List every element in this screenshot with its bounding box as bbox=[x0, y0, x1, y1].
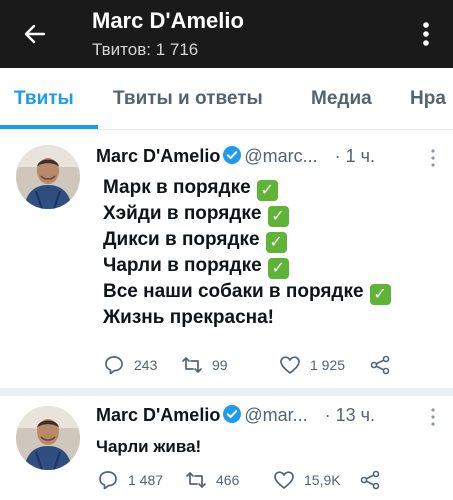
tweet-line: Хэйди в порядке ✓ bbox=[103, 201, 391, 227]
like-count: 1 925 bbox=[310, 357, 346, 373]
line-text: Марк в порядке bbox=[103, 177, 251, 198]
check-mark-emoji-icon: ✓ bbox=[256, 180, 278, 201]
like-count: 15,9K bbox=[304, 472, 341, 488]
dot-separator: · bbox=[334, 146, 341, 166]
tweet-time[interactable]: 13 ч. bbox=[336, 405, 375, 425]
retweet-button[interactable]: 466 bbox=[184, 466, 239, 494]
profile-name: Marc D'Amelio bbox=[92, 8, 244, 33]
verified-badge-icon bbox=[223, 146, 242, 164]
tab-tweets[interactable]: Твиты bbox=[14, 88, 74, 110]
tweet-line: Все наши собаки в порядке ✓ bbox=[103, 279, 391, 305]
heart-icon bbox=[274, 471, 294, 489]
reply-icon bbox=[99, 471, 117, 490]
line-text: Жизнь прекрасна! bbox=[103, 307, 274, 328]
profile-header: Marc D'Amelio Твитов: 1 716 bbox=[0, 0, 453, 68]
arrow-left-icon[interactable] bbox=[20, 18, 52, 50]
tweet-header: Marc D'Amelio @mar... · 13 ч. bbox=[96, 404, 375, 428]
tweet-text: Чарли жива! bbox=[96, 434, 201, 459]
tweet-count: Твитов: 1 716 bbox=[92, 40, 199, 59]
tab-media[interactable]: Медиа bbox=[311, 88, 372, 110]
check-mark-emoji-icon: ✓ bbox=[369, 284, 391, 305]
verified-badge-icon bbox=[223, 405, 242, 423]
heart-icon bbox=[280, 356, 300, 374]
tweet-card[interactable]: Marc D'Amelio @marc... · 1 ч. Марк в поря… bbox=[0, 131, 453, 393]
share-icon bbox=[360, 470, 380, 490]
profile-tabs: Твиты Твиты и ответы Медиа Нра bbox=[0, 68, 453, 130]
tweet-divider bbox=[0, 388, 453, 396]
author-handle[interactable]: @mar... bbox=[244, 405, 307, 425]
tab-likes[interactable]: Нра bbox=[410, 88, 446, 110]
tweet-line: Чарли в порядке ✓ bbox=[103, 253, 391, 279]
tweet-line: Дикси в порядке ✓ bbox=[103, 227, 391, 253]
share-button[interactable] bbox=[368, 351, 392, 379]
tweet-text: Марк в порядке ✓ Хэйди в порядке ✓ Дикси в… bbox=[103, 175, 391, 330]
retweet-icon bbox=[186, 472, 206, 488]
tweet-line: Чарли жива! bbox=[96, 437, 202, 456]
author-name[interactable]: Marc D'Amelio bbox=[96, 146, 220, 166]
like-button[interactable]: 15,9K bbox=[272, 466, 341, 494]
tweet-header: Marc D'Amelio @marc... · 1 ч. bbox=[96, 145, 375, 169]
reply-button[interactable]: 1 487 bbox=[96, 466, 163, 494]
more-vertical-icon[interactable] bbox=[414, 18, 438, 50]
retweet-button[interactable]: 99 bbox=[180, 351, 228, 379]
tweet-line: Жизнь прекрасна! bbox=[103, 305, 391, 330]
retweet-count: 99 bbox=[212, 357, 228, 373]
tab-tweets-and-replies[interactable]: Твиты и ответы bbox=[113, 88, 263, 110]
author-handle[interactable]: @marc... bbox=[244, 146, 317, 166]
tweet-actions: 1 487 466 15,9K bbox=[96, 466, 436, 494]
like-button[interactable]: 1 925 bbox=[278, 351, 345, 379]
line-text: Чарли в порядке bbox=[103, 255, 262, 276]
line-text: Все наши собаки в порядке bbox=[103, 281, 364, 302]
retweet-count: 466 bbox=[216, 472, 240, 488]
active-tab-indicator bbox=[0, 125, 98, 129]
check-mark-emoji-icon: ✓ bbox=[267, 258, 289, 279]
reply-count: 243 bbox=[134, 357, 158, 373]
line-text: Хэйди в порядке bbox=[103, 203, 262, 224]
dot-separator: · bbox=[324, 405, 331, 425]
reply-count: 1 487 bbox=[128, 472, 164, 488]
check-mark-emoji-icon: ✓ bbox=[267, 206, 289, 227]
avatar[interactable] bbox=[16, 406, 80, 470]
check-mark-emoji-icon: ✓ bbox=[265, 232, 287, 253]
share-button[interactable] bbox=[358, 466, 382, 494]
more-vertical-icon[interactable] bbox=[428, 147, 438, 169]
tweet-time[interactable]: 1 ч. bbox=[346, 146, 375, 166]
line-text: Дикси в порядке bbox=[103, 229, 260, 250]
tweet-card[interactable]: Marc D'Amelio @mar... · 13 ч. Чарли жива!… bbox=[0, 396, 453, 500]
avatar[interactable] bbox=[16, 145, 80, 209]
more-vertical-icon[interactable] bbox=[428, 406, 438, 428]
reply-icon bbox=[105, 356, 123, 375]
retweet-icon bbox=[182, 357, 202, 373]
reply-button[interactable]: 243 bbox=[102, 351, 157, 379]
share-icon bbox=[370, 355, 390, 375]
tweet-actions: 243 99 1 925 bbox=[96, 351, 436, 379]
author-name[interactable]: Marc D'Amelio bbox=[96, 405, 220, 425]
tweet-line: Марк в порядке ✓ bbox=[103, 175, 391, 201]
